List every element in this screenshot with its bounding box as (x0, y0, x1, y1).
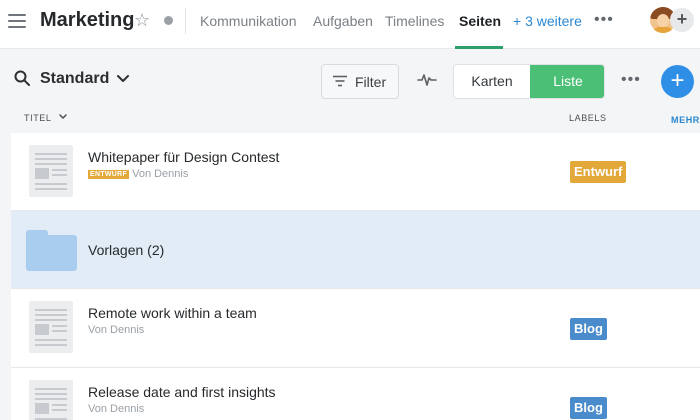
column-header: TITEL LABELS MEHR (0, 110, 700, 132)
document-icon (29, 380, 73, 420)
add-member-button[interactable]: + (670, 8, 694, 32)
tab-kommunikation[interactable]: Kommunikation (200, 12, 297, 30)
row-title[interactable]: Vorlagen (2) (88, 242, 164, 258)
search-icon[interactable] (14, 70, 30, 86)
list-item[interactable]: Whitepaper für Design Contest ENTWURF Von… (11, 133, 700, 211)
cards-view-button[interactable]: Karten (454, 65, 530, 98)
filter-button[interactable]: Filter (321, 64, 399, 99)
row-title[interactable]: Release date and first insights (88, 384, 276, 400)
tab-timelines[interactable]: Timelines (385, 12, 444, 30)
list-item[interactable]: Release date and first insights Von Denn… (11, 368, 700, 420)
filter-icon (333, 75, 347, 87)
menu-icon[interactable] (8, 14, 26, 28)
status-dot-icon (164, 16, 173, 25)
view-mode-toggle: Karten Liste (453, 64, 605, 99)
folder-icon (26, 230, 77, 271)
label-badge[interactable]: Blog (570, 318, 607, 340)
row-title[interactable]: Remote work within a team (88, 305, 257, 321)
activity-icon[interactable] (417, 72, 437, 88)
filter-label: Filter (355, 74, 387, 90)
overflow-menu-icon[interactable]: ••• (621, 70, 641, 90)
status-badge: ENTWURF (88, 170, 130, 179)
divider (185, 8, 186, 34)
tab-seiten[interactable]: Seiten (459, 12, 501, 30)
tab-aufgaben[interactable]: Aufgaben (313, 12, 373, 30)
row-author: Von Dennis (132, 168, 189, 180)
row-author: Von Dennis (88, 324, 145, 336)
star-icon[interactable]: ☆ (134, 9, 150, 31)
more-columns-link[interactable]: MEHR (671, 115, 700, 125)
chevron-down-icon[interactable] (58, 112, 68, 122)
folder-row[interactable]: Vorlagen (2) (11, 211, 700, 289)
row-author: Von Dennis (88, 403, 145, 415)
more-tabs-link[interactable]: + 3 weitere (513, 12, 582, 30)
column-title-header[interactable]: TITEL (24, 113, 52, 123)
list-item[interactable]: Remote work within a team Von Dennis Blo… (11, 289, 700, 368)
view-selector[interactable]: Standard (40, 70, 109, 88)
workspace-title: Marketing (40, 9, 135, 31)
list-view-button[interactable]: Liste (530, 65, 604, 98)
document-icon (29, 145, 73, 197)
active-tab-indicator (455, 46, 503, 49)
chevron-down-icon[interactable] (116, 72, 130, 86)
column-labels-header: LABELS (569, 113, 607, 123)
add-page-button[interactable]: + (661, 65, 694, 98)
label-badge[interactable]: Blog (570, 397, 607, 419)
toolbar: Standard Filter Karten Liste ••• + (0, 50, 700, 110)
top-bar: Marketing ☆ Kommunikation Aufgaben Timel… (0, 0, 700, 49)
row-subtitle: ENTWURF Von Dennis (88, 168, 188, 180)
document-icon (29, 301, 73, 353)
label-badge[interactable]: Entwurf (570, 161, 627, 183)
row-title[interactable]: Whitepaper für Design Contest (88, 149, 279, 165)
overflow-menu-icon[interactable]: ••• (594, 10, 614, 30)
